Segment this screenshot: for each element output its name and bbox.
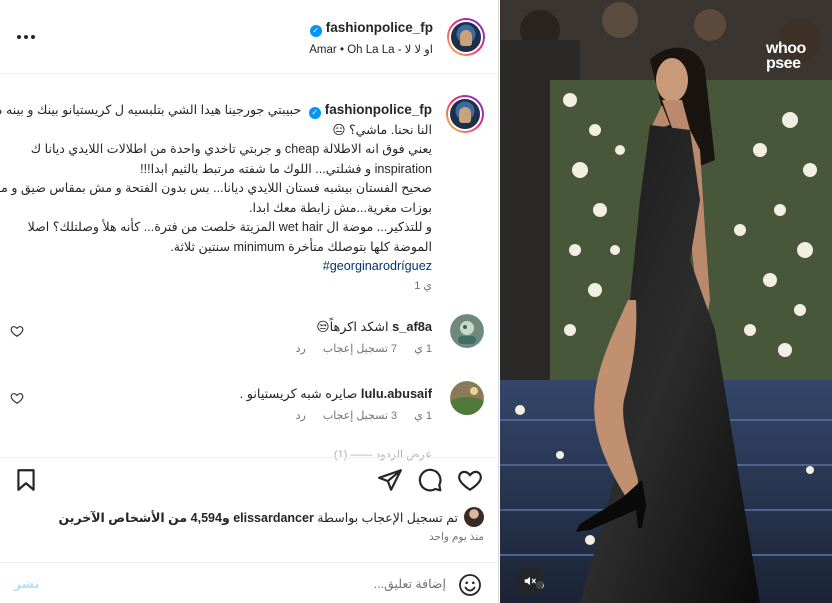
more-horizontal-icon — [17, 35, 21, 39]
mute-button[interactable] — [516, 567, 544, 595]
reply-button[interactable]: رد — [296, 343, 306, 355]
verified-badge-icon: ✓ — [309, 25, 322, 37]
post-date[interactable]: منذ يوم واحد — [429, 531, 484, 543]
caption-line: النا نحنا. ماشي؟ 😑 — [332, 122, 432, 137]
reply-button[interactable]: رد — [296, 410, 306, 422]
post-detail-panel: ✓ fashionpolice_fp Amar • Oh La La - او ل… — [0, 0, 499, 603]
comment-input[interactable] — [50, 573, 446, 595]
post-author: ✓ fashionpolice_fp — [309, 19, 433, 37]
audio-song[interactable]: Oh La La - او لا لا — [347, 44, 433, 56]
heart-icon[interactable] — [457, 467, 483, 493]
add-comment-bar: نشر — [0, 562, 498, 603]
comment-icon[interactable] — [417, 467, 443, 493]
commenter-username-link[interactable]: s_af8a — [392, 319, 432, 334]
audio-artist[interactable]: Amar — [309, 44, 336, 56]
comment-meta: 1 ي 3 تسجيل إعجاب رد — [282, 409, 432, 422]
caption-line: يعني فوق انه الاطلالة cheap و جربتي تاخد… — [30, 142, 432, 156]
liker-username-link[interactable]: elissardancer — [233, 511, 314, 525]
comment-time[interactable]: 1 ي — [414, 410, 432, 422]
caption-author-avatar[interactable] — [446, 95, 484, 133]
smiley-icon[interactable] — [458, 573, 482, 597]
caption-line: inspiration و فشلتي... اللوك ما شفته مرت… — [140, 161, 432, 176]
comment-item: lulu.abusaif صايره شبه كريستيانو . 1 ي 3… — [10, 381, 484, 431]
watermark-logo: whoo psee — [766, 40, 806, 72]
audio-separator: • — [339, 44, 344, 56]
comment-item: s_af8a اشكد اكرهاً😒 1 ي 7 تسجيل إعجاب رد — [10, 314, 484, 364]
comment-time[interactable]: 1 ي — [414, 343, 432, 355]
comment-body: اشكد اكرهاً😒 — [316, 319, 389, 334]
post-photo — [500, 0, 832, 603]
audio-info[interactable]: Amar • Oh La La - او لا لا — [309, 42, 433, 56]
comment-likes-count[interactable]: 7 تسجيل إعجاب — [323, 343, 397, 355]
muted-speaker-icon — [524, 576, 536, 586]
caption-username-link[interactable]: fashionpolice_fp — [325, 102, 432, 117]
likes-count-link[interactable]: و4,594 من الأشخاص الآخرين — [59, 511, 230, 525]
comment-text: lulu.abusaif صايره شبه كريستيانو . — [240, 386, 432, 402]
commenter-username-link[interactable]: lulu.abusaif — [361, 386, 432, 401]
liker-avatar[interactable] — [464, 507, 484, 527]
caption-line: و للتذكير... موضة ال wet hair المزيتة خل… — [27, 220, 432, 234]
post-caption: fashionpolice_fp ✓ حبيبتي جورجينا هيدا ال… — [0, 100, 432, 277]
author-username-link[interactable]: fashionpolice_fp — [326, 20, 433, 35]
likes-summary: تم تسجيل الإعجاب بواسطة elissardancer و4… — [59, 507, 484, 527]
comment-likes-count[interactable]: 3 تسجيل إعجاب — [323, 410, 397, 422]
hashtag-link[interactable]: #georginarodríguez — [323, 259, 432, 273]
caption-line: حبيبتي جورجينا هيدا الشي بتلبسيه ل كريست… — [0, 103, 302, 117]
likes-text: تم تسجيل الإعجاب بواسطة elissardancer و4… — [58, 510, 458, 525]
comment-body: صايره شبه كريستيانو . — [239, 386, 358, 401]
caption-time[interactable]: 1 ي — [414, 279, 432, 292]
commenter-avatar[interactable] — [450, 381, 484, 415]
heart-icon[interactable] — [10, 391, 24, 405]
caption-line: صحيح الفستان بيشبه فستان اللايدي ديانا..… — [0, 181, 432, 195]
post-header: ✓ fashionpolice_fp Amar • Oh La La - او ل… — [0, 0, 498, 74]
verified-badge-icon: ✓ — [308, 107, 321, 119]
send-icon[interactable] — [377, 467, 403, 493]
post-media[interactable]: whoo psee — [500, 0, 832, 603]
action-bar — [0, 457, 498, 503]
caption-line: بوزات مغرية...مش زابطة معك ابدا. — [249, 200, 432, 215]
commenter-avatar[interactable] — [450, 314, 484, 348]
comment-meta: 1 ي 7 تسجيل إعجاب رد — [282, 342, 432, 355]
post-comment-button[interactable]: نشر — [14, 576, 39, 591]
bookmark-icon[interactable] — [13, 467, 39, 493]
author-avatar[interactable] — [447, 18, 485, 56]
comment-text: s_af8a اشكد اكرهاً😒 — [316, 319, 432, 335]
caption-line: الموضة كلها بتوصلك متأخرة minimum سنتين … — [170, 239, 432, 254]
more-options-button[interactable] — [14, 27, 38, 47]
heart-icon[interactable] — [10, 324, 24, 338]
